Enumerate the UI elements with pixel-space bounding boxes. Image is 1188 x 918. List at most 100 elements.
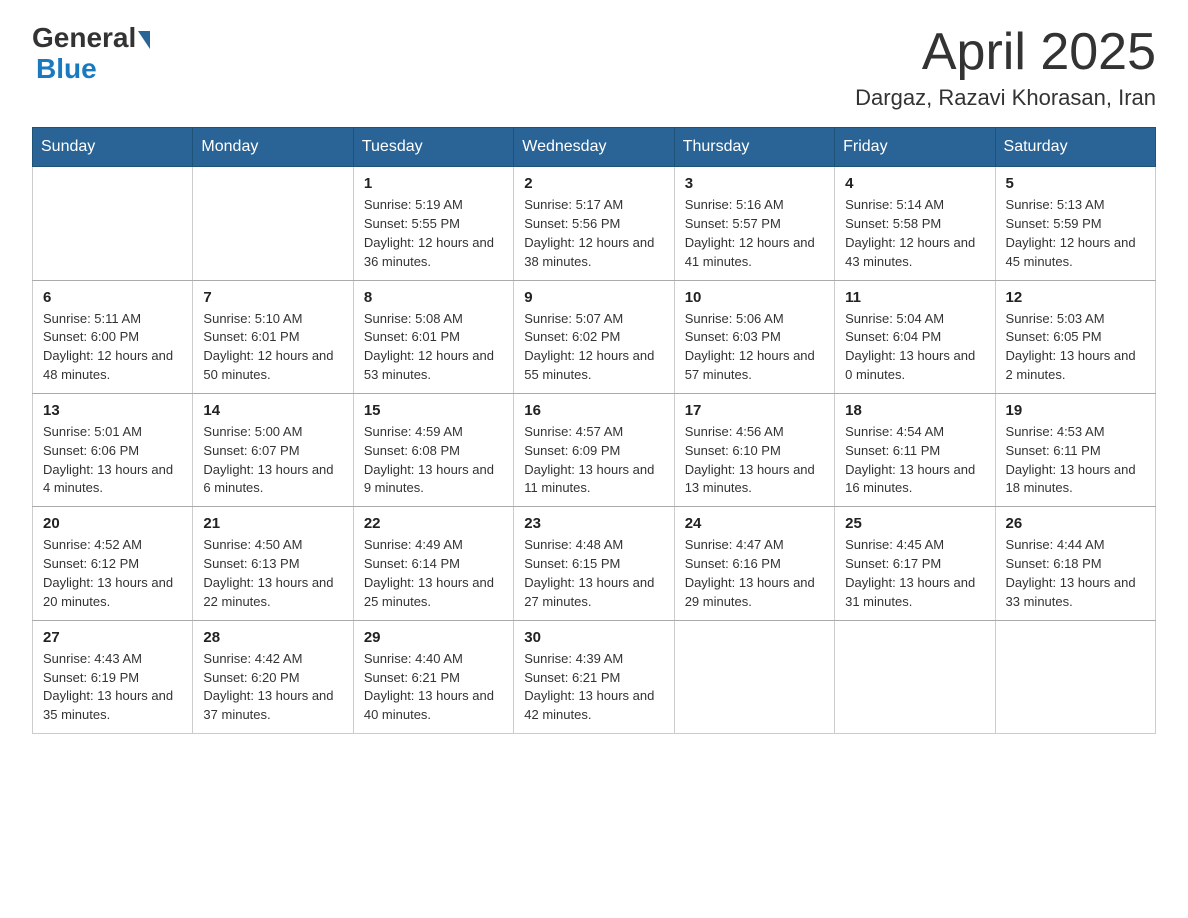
calendar-cell: 23Sunrise: 4:48 AMSunset: 6:15 PMDayligh… <box>514 507 674 620</box>
calendar-week-row: 6 Sunrise: 5:11 AMSunset: 6:00 PMDaylight… <box>33 280 1156 393</box>
day-number: 27 <box>43 629 182 646</box>
calendar-cell: 6 Sunrise: 5:11 AMSunset: 6:00 PMDaylight… <box>33 280 193 393</box>
calendar-cell: 2 Sunrise: 5:17 AMSunset: 5:56 PMDaylight… <box>514 167 674 280</box>
calendar-cell: 24 Sunrise: 4:47 AMSunset: 6:16 PMDayligh… <box>674 507 834 620</box>
calendar-col-sunday: Sunday <box>33 128 193 167</box>
calendar-week-row: 20 Sunrise: 4:52 AMSunset: 6:12 PMDayligh… <box>33 507 1156 620</box>
day-number: 21 <box>203 515 342 532</box>
day-info: Sunrise: 5:08 AMSunset: 6:01 PMDaylight:… <box>364 310 503 385</box>
day-info: Sunrise: 5:07 AMSunset: 6:02 PMDaylight:… <box>524 310 663 385</box>
day-info: Sunrise: 4:54 AMSunset: 6:11 PMDaylight:… <box>845 423 984 498</box>
day-info: Sunrise: 5:10 AMSunset: 6:01 PMDaylight:… <box>203 310 342 385</box>
day-number: 14 <box>203 402 342 419</box>
day-info: Sunrise: 5:14 AMSunset: 5:58 PMDaylight:… <box>845 196 984 271</box>
day-number: 4 <box>845 175 984 192</box>
calendar-col-saturday: Saturday <box>995 128 1155 167</box>
calendar-header-row: SundayMondayTuesdayWednesdayThursdayFrid… <box>33 128 1156 167</box>
page-header: General Blue April 2025 Dargaz, Razavi K… <box>32 24 1156 111</box>
day-number: 26 <box>1006 515 1145 532</box>
day-info: Sunrise: 4:47 AMSunset: 6:16 PMDaylight:… <box>685 536 824 611</box>
calendar-cell: 30 Sunrise: 4:39 AMSunset: 6:21 PMDayligh… <box>514 620 674 733</box>
day-info: Sunrise: 5:01 AMSunset: 6:06 PMDaylight:… <box>43 423 182 498</box>
day-info: Sunrise: 5:06 AMSunset: 6:03 PMDaylight:… <box>685 310 824 385</box>
calendar-cell: 16Sunrise: 4:57 AMSunset: 6:09 PMDayligh… <box>514 393 674 506</box>
day-number: 12 <box>1006 289 1145 306</box>
day-info: Sunrise: 4:44 AMSunset: 6:18 PMDaylight:… <box>1006 536 1145 611</box>
day-number: 13 <box>43 402 182 419</box>
day-number: 1 <box>364 175 503 192</box>
calendar-cell: 29 Sunrise: 4:40 AMSunset: 6:21 PMDayligh… <box>353 620 513 733</box>
day-number: 30 <box>524 629 663 646</box>
calendar-cell <box>835 620 995 733</box>
month-title: April 2025 <box>855 24 1156 81</box>
day-info: Sunrise: 5:16 AMSunset: 5:57 PMDaylight:… <box>685 196 824 271</box>
calendar-cell: 22 Sunrise: 4:49 AMSunset: 6:14 PMDayligh… <box>353 507 513 620</box>
logo-general-text: General <box>32 24 136 52</box>
day-info: Sunrise: 5:17 AMSunset: 5:56 PMDaylight:… <box>524 196 663 271</box>
day-info: Sunrise: 4:50 AMSunset: 6:13 PMDaylight:… <box>203 536 342 611</box>
day-number: 11 <box>845 289 984 306</box>
day-info: Sunrise: 4:40 AMSunset: 6:21 PMDaylight:… <box>364 650 503 725</box>
logo: General Blue <box>32 24 150 86</box>
day-info: Sunrise: 5:19 AMSunset: 5:55 PMDaylight:… <box>364 196 503 271</box>
day-info: Sunrise: 5:11 AMSunset: 6:00 PMDaylight:… <box>43 310 182 385</box>
calendar-week-row: 27 Sunrise: 4:43 AMSunset: 6:19 PMDayligh… <box>33 620 1156 733</box>
calendar-table: SundayMondayTuesdayWednesdayThursdayFrid… <box>32 127 1156 734</box>
day-info: Sunrise: 4:53 AMSunset: 6:11 PMDaylight:… <box>1006 423 1145 498</box>
calendar-cell: 17 Sunrise: 4:56 AMSunset: 6:10 PMDayligh… <box>674 393 834 506</box>
calendar-col-wednesday: Wednesday <box>514 128 674 167</box>
day-number: 17 <box>685 402 824 419</box>
day-number: 3 <box>685 175 824 192</box>
calendar-cell <box>995 620 1155 733</box>
day-number: 9 <box>524 289 663 306</box>
calendar-cell: 28Sunrise: 4:42 AMSunset: 6:20 PMDayligh… <box>193 620 353 733</box>
calendar-cell: 7 Sunrise: 5:10 AMSunset: 6:01 PMDaylight… <box>193 280 353 393</box>
day-number: 15 <box>364 402 503 419</box>
day-info: Sunrise: 4:49 AMSunset: 6:14 PMDaylight:… <box>364 536 503 611</box>
day-number: 22 <box>364 515 503 532</box>
calendar-cell: 4 Sunrise: 5:14 AMSunset: 5:58 PMDaylight… <box>835 167 995 280</box>
calendar-cell: 19Sunrise: 4:53 AMSunset: 6:11 PMDayligh… <box>995 393 1155 506</box>
day-number: 5 <box>1006 175 1145 192</box>
day-number: 10 <box>685 289 824 306</box>
day-number: 29 <box>364 629 503 646</box>
day-number: 24 <box>685 515 824 532</box>
day-number: 6 <box>43 289 182 306</box>
calendar-col-friday: Friday <box>835 128 995 167</box>
calendar-cell: 9 Sunrise: 5:07 AMSunset: 6:02 PMDaylight… <box>514 280 674 393</box>
calendar-cell: 12 Sunrise: 5:03 AMSunset: 6:05 PMDayligh… <box>995 280 1155 393</box>
day-info: Sunrise: 4:56 AMSunset: 6:10 PMDaylight:… <box>685 423 824 498</box>
calendar-col-tuesday: Tuesday <box>353 128 513 167</box>
day-info: Sunrise: 5:13 AMSunset: 5:59 PMDaylight:… <box>1006 196 1145 271</box>
day-info: Sunrise: 5:00 AMSunset: 6:07 PMDaylight:… <box>203 423 342 498</box>
calendar-cell: 11 Sunrise: 5:04 AMSunset: 6:04 PMDayligh… <box>835 280 995 393</box>
day-number: 2 <box>524 175 663 192</box>
calendar-cell: 20 Sunrise: 4:52 AMSunset: 6:12 PMDayligh… <box>33 507 193 620</box>
day-info: Sunrise: 4:43 AMSunset: 6:19 PMDaylight:… <box>43 650 182 725</box>
calendar-cell: 3 Sunrise: 5:16 AMSunset: 5:57 PMDaylight… <box>674 167 834 280</box>
day-info: Sunrise: 4:45 AMSunset: 6:17 PMDaylight:… <box>845 536 984 611</box>
location-title: Dargaz, Razavi Khorasan, Iran <box>855 85 1156 111</box>
day-info: Sunrise: 4:42 AMSunset: 6:20 PMDaylight:… <box>203 650 342 725</box>
calendar-week-row: 1 Sunrise: 5:19 AMSunset: 5:55 PMDaylight… <box>33 167 1156 280</box>
calendar-cell <box>33 167 193 280</box>
calendar-cell: 25Sunrise: 4:45 AMSunset: 6:17 PMDayligh… <box>835 507 995 620</box>
calendar-cell: 15Sunrise: 4:59 AMSunset: 6:08 PMDayligh… <box>353 393 513 506</box>
calendar-cell: 1 Sunrise: 5:19 AMSunset: 5:55 PMDaylight… <box>353 167 513 280</box>
calendar-cell: 27 Sunrise: 4:43 AMSunset: 6:19 PMDayligh… <box>33 620 193 733</box>
day-number: 23 <box>524 515 663 532</box>
day-info: Sunrise: 5:03 AMSunset: 6:05 PMDaylight:… <box>1006 310 1145 385</box>
calendar-cell: 21 Sunrise: 4:50 AMSunset: 6:13 PMDayligh… <box>193 507 353 620</box>
day-number: 7 <box>203 289 342 306</box>
calendar-col-monday: Monday <box>193 128 353 167</box>
logo-arrow-icon <box>138 31 150 49</box>
calendar-cell: 18Sunrise: 4:54 AMSunset: 6:11 PMDayligh… <box>835 393 995 506</box>
calendar-cell <box>193 167 353 280</box>
calendar-cell: 5 Sunrise: 5:13 AMSunset: 5:59 PMDaylight… <box>995 167 1155 280</box>
day-number: 16 <box>524 402 663 419</box>
day-info: Sunrise: 4:52 AMSunset: 6:12 PMDaylight:… <box>43 536 182 611</box>
day-number: 20 <box>43 515 182 532</box>
day-info: Sunrise: 4:39 AMSunset: 6:21 PMDaylight:… <box>524 650 663 725</box>
day-info: Sunrise: 5:04 AMSunset: 6:04 PMDaylight:… <box>845 310 984 385</box>
day-number: 8 <box>364 289 503 306</box>
